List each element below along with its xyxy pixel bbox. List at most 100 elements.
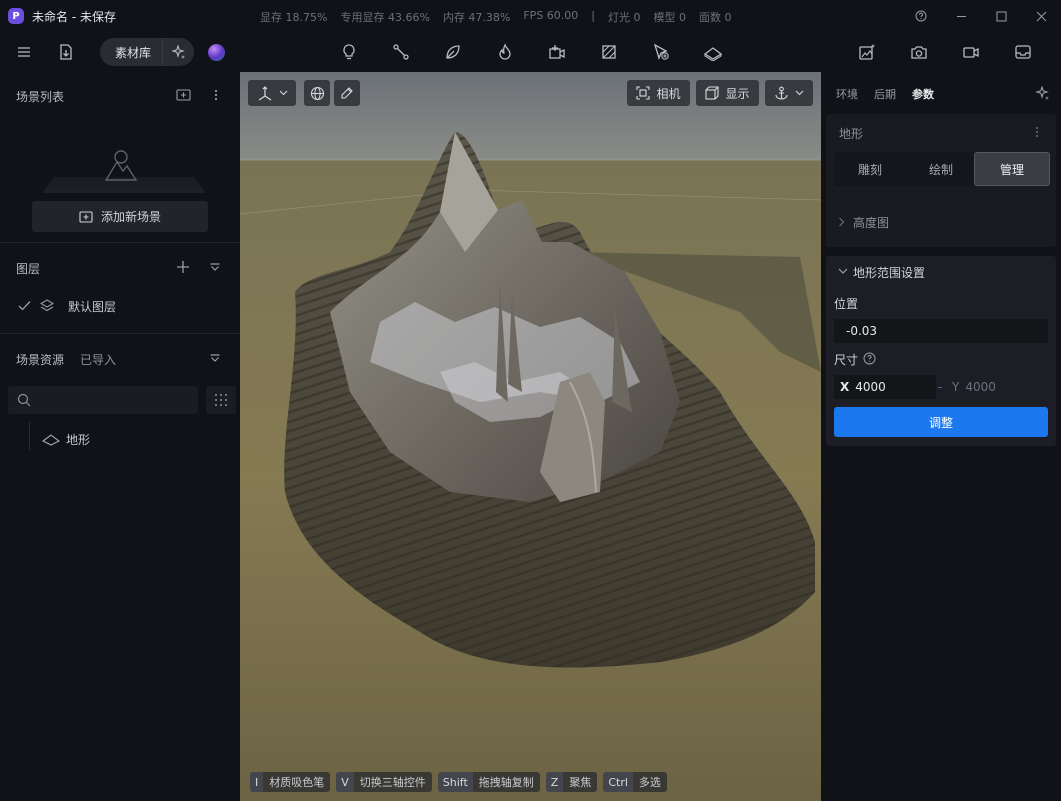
shortcut-key: Ctrl: [603, 772, 633, 792]
terrain-render: [240, 72, 821, 801]
3d-viewport[interactable]: 相机 显示 I 材质吸色笔 V 切换三轴控件 Shift 拖拽轴复制 Z 聚焦 Ctrl…: [240, 72, 821, 801]
help-button[interactable]: [901, 0, 941, 32]
more-vertical-icon[interactable]: [1035, 126, 1039, 138]
scene-assets-title: 场景资源: [16, 353, 65, 367]
record-video-button[interactable]: [960, 41, 982, 63]
sparkle-icon: [171, 44, 185, 59]
light-bulb-icon: [343, 44, 355, 60]
mode-sculpt-button[interactable]: 雕刻: [834, 152, 906, 186]
tab-post-processing[interactable]: 后期: [874, 86, 896, 102]
display-menu-label: 显示: [725, 86, 750, 101]
default-layer-label: 默认图层: [68, 300, 117, 314]
path-tool-button[interactable]: [390, 41, 412, 63]
asset-view-toggle-button[interactable]: [206, 386, 236, 414]
scene-list-more-button[interactable]: [208, 87, 224, 103]
decal-tool-button[interactable]: [598, 41, 620, 63]
shortcut-key: I: [250, 772, 264, 792]
light-tool-button[interactable]: [338, 41, 360, 63]
app-logo: P: [8, 8, 24, 24]
fps-stat: FPS 60.00: [523, 9, 579, 22]
layer-item-default[interactable]: 默认图层: [16, 296, 226, 318]
ai-assets-button[interactable]: [163, 44, 194, 60]
mode-manage-button[interactable]: 管理: [974, 152, 1050, 186]
asset-item-terrain[interactable]: 地形: [42, 429, 192, 449]
eyedropper-button[interactable]: [334, 80, 360, 106]
memory-stat: 内存 47.38%: [442, 11, 511, 24]
effects-tool-button[interactable]: [494, 41, 516, 63]
terrain-icon: [703, 47, 723, 61]
help-icon: [915, 10, 927, 22]
assets-collapse-button[interactable]: [207, 350, 223, 366]
add-video-icon: [549, 45, 565, 59]
title-bar: P 未命名 - 未保存 显存 18.75% 专用显存 43.66% 内存 47.…: [0, 0, 1061, 32]
asset-search-input[interactable]: [8, 386, 198, 414]
lights-stat: 灯光 0: [608, 11, 641, 24]
add-layer-button[interactable]: [175, 259, 191, 275]
size-x-input[interactable]: X 4000: [834, 375, 936, 399]
chevron-down-icon: [795, 90, 804, 96]
mode-paint-button[interactable]: 绘制: [906, 152, 976, 186]
tab-environment[interactable]: 环境: [836, 86, 858, 102]
snap-menu-dropdown[interactable]: [765, 80, 813, 106]
camera-menu-button[interactable]: 相机: [627, 80, 690, 106]
shortcut-hint: V 切换三轴控件: [336, 772, 432, 792]
camera-menu-label: 相机: [656, 86, 681, 101]
size-x-axis-label: X: [840, 380, 850, 394]
terrain-tool-button[interactable]: [702, 41, 724, 63]
ai-assistant-orb[interactable]: [208, 44, 225, 61]
faces-stat: 面数 0: [699, 11, 732, 24]
dedicated-vram-stat: 专用显存 43.66%: [340, 11, 430, 24]
models-stat: 模型 0: [653, 11, 687, 24]
add-scene-icon-button[interactable]: [175, 87, 191, 103]
ai-render-button[interactable]: [856, 41, 878, 63]
sparkle-icon: [1034, 85, 1049, 100]
minimize-button[interactable]: [941, 0, 981, 32]
left-panel: 场景列表 添加新场景 图层 默认图层 场景资源 已导入 地形: [0, 72, 240, 801]
eyedropper-icon: [341, 87, 353, 99]
place-tool-button[interactable]: [650, 41, 672, 63]
screenshot-button[interactable]: [908, 41, 930, 63]
ai-params-button[interactable]: [1033, 84, 1051, 102]
save-file-button[interactable]: [55, 41, 77, 63]
path-icon: [393, 44, 409, 60]
menu-button[interactable]: [13, 41, 35, 63]
tab-parameters[interactable]: 参数: [912, 86, 934, 102]
size-y-input[interactable]: Y 4000: [946, 375, 1048, 399]
help-icon[interactable]: [863, 352, 876, 365]
display-menu-button[interactable]: 显示: [696, 80, 759, 106]
divider: [0, 333, 240, 334]
shortcut-hint: Shift 拖拽轴复制: [437, 772, 540, 792]
world-space-toggle[interactable]: [304, 80, 330, 106]
minimize-icon: [956, 15, 966, 17]
heightmap-section-label[interactable]: 高度图: [853, 214, 889, 231]
asset-library-button[interactable]: 素材库: [100, 38, 194, 66]
tree-guide-line: [29, 422, 30, 450]
display-cube-icon: [705, 86, 720, 100]
shortcut-hint: Z 聚焦: [545, 772, 598, 792]
plus-icon: [177, 261, 189, 273]
chevron-right-icon: [839, 217, 845, 227]
chevron-down-icon[interactable]: [838, 268, 848, 275]
layers-collapse-button[interactable]: [207, 259, 223, 275]
transform-mode-dropdown[interactable]: [248, 80, 296, 106]
terrain-section-title: 地形: [839, 127, 864, 141]
apply-adjust-button[interactable]: 调整: [834, 407, 1048, 437]
hatch-icon: [602, 45, 616, 59]
layers-title: 图层: [16, 262, 41, 276]
scene-list-title: 场景列表: [16, 90, 65, 104]
output-tray-button[interactable]: [1012, 41, 1034, 63]
add-media-tool-button[interactable]: [546, 41, 568, 63]
shortcut-key: Shift: [437, 772, 473, 792]
shortcut-key: Z: [545, 772, 564, 792]
leaf-icon: [446, 45, 460, 59]
add-new-scene-label: 添加新场景: [100, 210, 161, 224]
position-input[interactable]: -0.03: [834, 319, 1048, 343]
vegetation-tool-button[interactable]: [442, 41, 464, 63]
imported-filter-tab[interactable]: 已导入: [80, 351, 116, 368]
size-label: 尺寸: [834, 353, 859, 367]
grid-dots-icon: [215, 394, 227, 406]
close-button[interactable]: [1021, 0, 1061, 32]
maximize-button[interactable]: [981, 0, 1021, 32]
shortcut-label: 拖拽轴复制: [478, 776, 534, 789]
add-new-scene-button[interactable]: 添加新场景: [32, 201, 208, 232]
